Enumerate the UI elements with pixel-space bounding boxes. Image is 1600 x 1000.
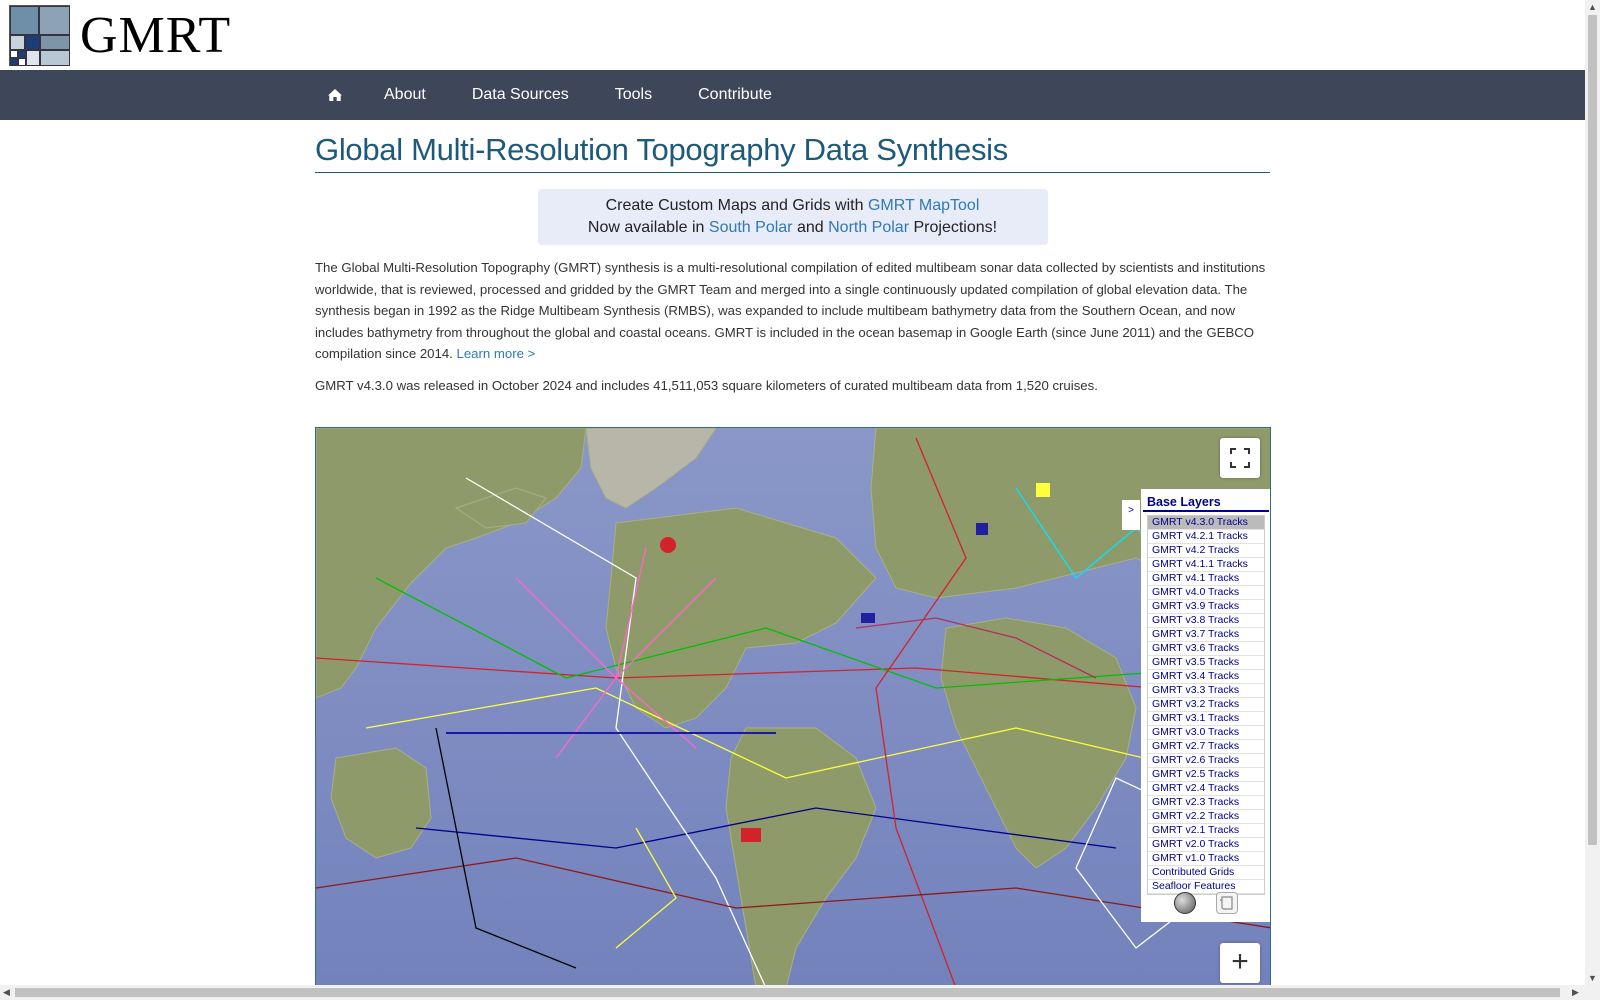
layer-item[interactable]: GMRT v4.3.0 Tracks (1148, 516, 1264, 530)
header: GMRT (0, 0, 1585, 70)
scroll-up-icon[interactable]: ▲ (1588, 2, 1597, 12)
nav-tools[interactable]: Tools (592, 70, 675, 120)
promo-line2-text: Now available in (587, 219, 705, 236)
logo[interactable]: GMRT (9, 5, 231, 66)
layer-item[interactable]: GMRT v2.3 Tracks (1148, 796, 1264, 810)
layer-item[interactable]: GMRT v4.2 Tracks (1148, 544, 1264, 558)
base-layers-title: Base Layers (1143, 489, 1269, 512)
layer-panel-toggle[interactable]: > (1122, 500, 1140, 530)
layer-item[interactable]: GMRT v4.1.1 Tracks (1148, 558, 1264, 572)
nav-contribute[interactable]: Contribute (675, 70, 795, 120)
layer-item[interactable]: GMRT v3.8 Tracks (1148, 614, 1264, 628)
home-icon (328, 89, 342, 101)
layer-item[interactable]: GMRT v2.0 Tracks (1148, 838, 1264, 852)
layer-item[interactable]: GMRT v3.1 Tracks (1148, 712, 1264, 726)
layer-item[interactable]: GMRT v3.5 Tracks (1148, 656, 1264, 670)
layer-item[interactable]: GMRT v3.4 Tracks (1148, 670, 1264, 684)
promo-line2-suffix: Projections! (913, 219, 998, 236)
base-layers-panel: Base Layers GMRT v4.3.0 Tracks GMRT v4.2.… (1141, 489, 1270, 922)
nav-data-sources[interactable]: Data Sources (449, 70, 592, 120)
layer-item[interactable]: GMRT v2.4 Tracks (1148, 782, 1264, 796)
vertical-scroll-thumb[interactable] (1588, 15, 1597, 845)
layer-item[interactable]: GMRT v3.6 Tracks (1148, 642, 1264, 656)
maptool-promo: Create Custom Maps and Grids with GMRT M… (537, 189, 1048, 245)
fullscreen-icon (1230, 448, 1250, 468)
promo-and-text: and (796, 219, 824, 236)
south-polar-link[interactable]: South Polar (709, 219, 793, 236)
layer-list: GMRT v4.3.0 Tracks GMRT v4.2.1 Tracks GMRT… (1147, 515, 1265, 895)
scroll-left-icon[interactable]: ◀ (3, 987, 10, 998)
release-note: GMRT v4.3.0 was released in October 2024… (315, 377, 1098, 393)
nav-about[interactable]: About (361, 70, 449, 120)
learn-more-link[interactable]: Learn more > (457, 346, 536, 361)
globe-icon[interactable] (1174, 892, 1196, 914)
layer-item[interactable]: GMRT v3.9 Tracks (1148, 600, 1264, 614)
layer-item[interactable]: GMRT v3.7 Tracks (1148, 628, 1264, 642)
layer-item[interactable]: GMRT v3.0 Tracks (1148, 726, 1264, 740)
vertical-scrollbar[interactable]: ▲ ▼ (1585, 0, 1600, 1000)
main-nav: About Data Sources Tools Contribute (0, 70, 1585, 120)
layer-item[interactable]: GMRT v4.0 Tracks (1148, 586, 1264, 600)
scroll-icon[interactable] (1216, 892, 1238, 914)
fullscreen-button[interactable] (1220, 438, 1260, 478)
horizontal-scroll-thumb[interactable] (15, 988, 1560, 997)
layer-item[interactable]: GMRT v4.2.1 Tracks (1148, 530, 1264, 544)
logo-text: GMRT (80, 6, 232, 64)
layer-item[interactable]: GMRT v2.5 Tracks (1148, 768, 1264, 782)
nav-home[interactable] (315, 70, 361, 120)
maptool-link[interactable]: GMRT MapTool (868, 197, 979, 214)
layer-item[interactable]: GMRT v3.2 Tracks (1148, 698, 1264, 712)
layer-item[interactable]: GMRT v2.1 Tracks (1148, 824, 1264, 838)
north-polar-link[interactable]: North Polar (828, 219, 909, 236)
zoom-in-button[interactable]: + (1220, 943, 1260, 983)
page: GMRT About Data Sources Tools Contribute… (0, 0, 1585, 985)
layer-item[interactable]: Contributed Grids (1148, 866, 1264, 880)
horizontal-scrollbar[interactable]: ◀ ▶ (0, 985, 1585, 1000)
main-content: Global Multi-Resolution Topography Data … (315, 120, 1270, 393)
layer-item[interactable]: GMRT v1.0 Tracks (1148, 852, 1264, 866)
description-paragraph: The Global Multi-Resolution Topography (… (315, 257, 1270, 365)
track-map[interactable]: > Base Layers GMRT v4.3.0 Tracks GMRT v4.… (315, 427, 1271, 985)
layer-item[interactable]: GMRT v4.1 Tracks (1148, 572, 1264, 586)
layer-item[interactable]: GMRT v2.6 Tracks (1148, 754, 1264, 768)
layer-item[interactable]: GMRT v2.7 Tracks (1148, 740, 1264, 754)
logo-mark (9, 5, 70, 66)
promo-line1-text: Create Custom Maps and Grids with (605, 197, 864, 214)
page-title: Global Multi-Resolution Topography Data … (315, 132, 1270, 173)
scroll-right-icon[interactable]: ▶ (1572, 987, 1579, 998)
scroll-down-icon[interactable]: ▼ (1588, 973, 1597, 983)
layer-item[interactable]: GMRT v2.2 Tracks (1148, 810, 1264, 824)
layer-item[interactable]: GMRT v3.3 Tracks (1148, 684, 1264, 698)
